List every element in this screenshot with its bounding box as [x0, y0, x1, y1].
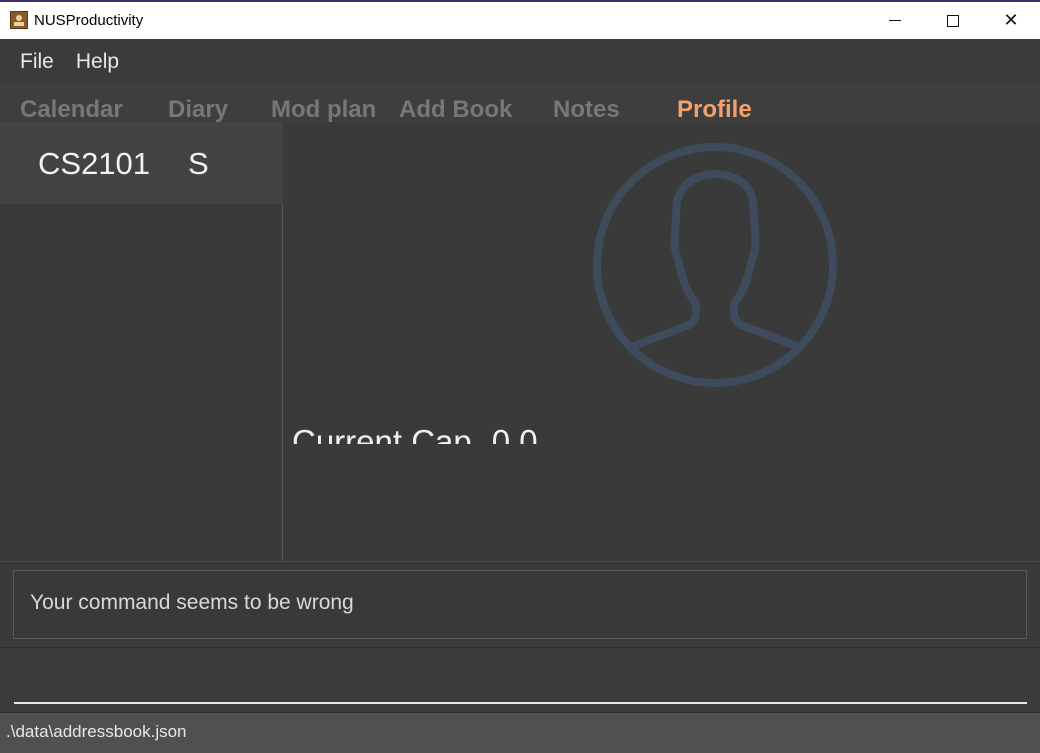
module-list: CS2101 S: [0, 122, 283, 561]
profile-panel: Current Cap 0.0: [284, 122, 1040, 561]
current-cap-row: Current Cap 0.0: [292, 422, 538, 445]
tab-diary[interactable]: Diary: [168, 94, 228, 122]
menu-help[interactable]: Help: [76, 50, 119, 74]
close-icon: ✕: [1003, 10, 1019, 31]
tab-calendar[interactable]: Calendar: [20, 94, 123, 122]
user-avatar-icon: [593, 143, 837, 387]
tab-bar: Calendar Diary Mod plan Add Book Notes P…: [0, 84, 1040, 122]
tab-notes[interactable]: Notes: [553, 94, 620, 122]
status-bar: .\data\addressbook.json: [0, 712, 1040, 753]
window-title: NUSProductivity: [34, 12, 144, 29]
result-display-area: Your command seems to be wrong: [0, 561, 1040, 647]
result-message: Your command seems to be wrong: [30, 591, 354, 614]
result-display: Your command seems to be wrong: [13, 570, 1027, 639]
module-grade: S: [188, 146, 209, 181]
current-cap-value: 0.0: [491, 423, 538, 445]
minimize-button[interactable]: [866, 2, 924, 39]
command-input[interactable]: [14, 660, 1027, 704]
save-location-path: .\data\addressbook.json: [6, 722, 187, 741]
title-bar: NUSProductivity ✕: [0, 0, 1040, 39]
tab-mod-plan[interactable]: Mod plan: [271, 94, 376, 122]
tab-add-book[interactable]: Add Book: [399, 94, 512, 122]
maximize-button[interactable]: [924, 2, 982, 39]
current-cap-label: Current Cap: [292, 423, 472, 445]
module-code: CS2101: [38, 146, 151, 181]
tab-profile[interactable]: Profile: [677, 94, 752, 122]
list-item[interactable]: CS2101 S: [0, 122, 283, 204]
close-button[interactable]: ✕: [982, 2, 1040, 39]
menu-file[interactable]: File: [20, 50, 54, 74]
minimize-icon: [889, 20, 901, 21]
maximize-icon: [947, 14, 959, 27]
command-area: [0, 647, 1040, 712]
menu-bar: File Help: [0, 39, 1040, 84]
app-icon: [10, 11, 28, 29]
